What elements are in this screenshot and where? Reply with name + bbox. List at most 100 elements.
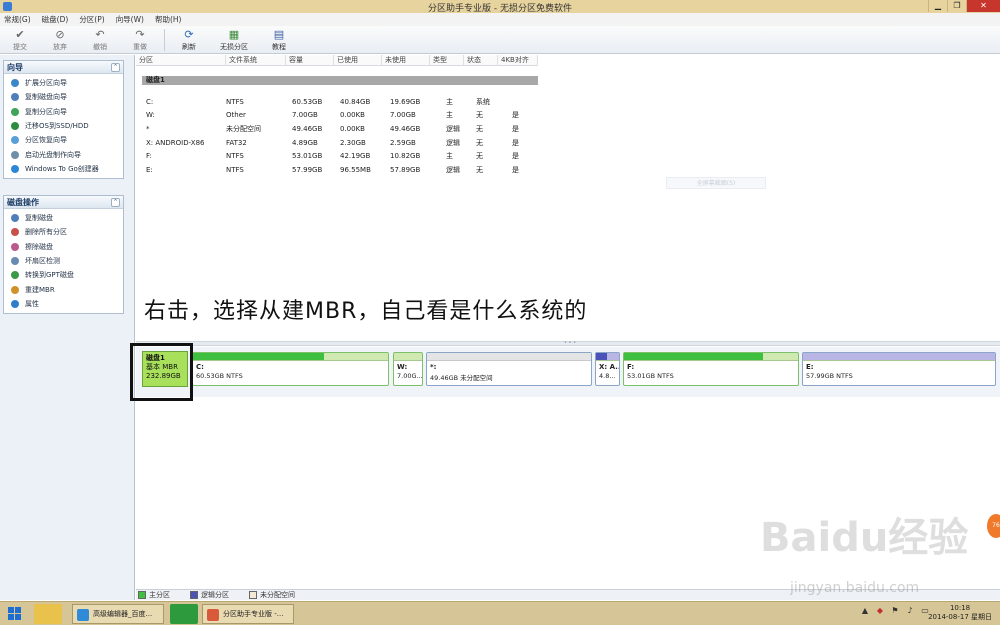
redo-icon: ↷ bbox=[135, 28, 145, 41]
col-partition[interactable]: 分区 bbox=[136, 55, 226, 66]
properties-icon bbox=[11, 299, 19, 308]
menu-general[interactable]: 常规(G) bbox=[4, 14, 31, 25]
col-used[interactable]: 已使用 bbox=[334, 55, 382, 66]
wizard-item-copy-partition[interactable]: 复制分区向导 bbox=[11, 105, 123, 119]
undo-button[interactable]: ↶ 撤销 bbox=[80, 26, 120, 54]
wizard-section-header[interactable]: 向导 ⌃ bbox=[4, 61, 123, 74]
copy-disk-icon bbox=[11, 93, 19, 102]
partition-block-f[interactable]: F: 53.01GB NTFS bbox=[623, 352, 799, 386]
diskop-item-bad-sector[interactable]: 坏扇区检测 bbox=[11, 254, 123, 268]
menu-help[interactable]: 帮助(H) bbox=[155, 14, 182, 25]
collapse-icon[interactable]: ⌃ bbox=[111, 62, 120, 72]
file-explorer-icon[interactable] bbox=[34, 604, 62, 624]
clock-date: 2014-08-17 星期日 bbox=[928, 613, 992, 621]
wizard-section: 向导 ⌃ 扩展分区向导 复制磁盘向导 复制分区向导 迁移OS到SSD/HDD 分… bbox=[3, 60, 124, 180]
wizard-section-title: 向导 bbox=[7, 62, 23, 72]
col-status[interactable]: 状态 bbox=[464, 55, 498, 66]
partition-block-unallocated[interactable]: *: 49.46GB 未分配空间 bbox=[426, 352, 592, 386]
wizard-item-extend[interactable]: 扩展分区向导 bbox=[11, 76, 123, 90]
redo-button[interactable]: ↷ 重做 bbox=[120, 26, 160, 54]
refresh-button[interactable]: ⟳ 刷新 bbox=[169, 26, 209, 54]
discard-button[interactable]: ⊘ 放弃 bbox=[40, 26, 80, 54]
security-icon[interactable]: ◆ bbox=[875, 606, 885, 616]
menu-partition[interactable]: 分区(P) bbox=[79, 14, 104, 25]
windows-icon bbox=[11, 164, 19, 173]
taskbar-task-browser[interactable]: 高级编辑器_百度... bbox=[72, 604, 164, 624]
diskop-item-convert-gpt[interactable]: 转换到GPT磁盘 bbox=[11, 268, 123, 282]
collapse-icon[interactable]: ⌃ bbox=[111, 197, 120, 207]
flag-icon[interactable]: ⚑ bbox=[890, 606, 900, 616]
table-row[interactable]: X: ANDROID-X86 FAT32 4.89GB 2.30GB 2.59G… bbox=[146, 136, 538, 150]
table-row[interactable]: E: NTFS 57.99GB 96.55MB 57.89GB 逻辑 无 是 bbox=[146, 163, 538, 177]
refresh-icon: ⟳ bbox=[184, 28, 194, 41]
scan-icon bbox=[11, 257, 19, 266]
col-type[interactable]: 类型 bbox=[430, 55, 464, 66]
annotation-text: 右击，选择从建MBR，自己看是什么系统的 bbox=[144, 299, 588, 324]
wizard-item-windows-to-go[interactable]: Windows To Go创建器 bbox=[11, 162, 123, 176]
logical-swatch bbox=[190, 591, 198, 599]
convert-icon bbox=[11, 271, 19, 280]
col-capacity[interactable]: 容量 bbox=[286, 55, 334, 66]
windows-logo-icon bbox=[8, 614, 14, 620]
windows-logo-icon bbox=[15, 614, 21, 620]
lossless-partition-button[interactable]: ▦ 无损分区 bbox=[209, 26, 259, 54]
diskop-item-copy-disk[interactable]: 复制磁盘 bbox=[11, 211, 123, 225]
partition-block-x[interactable]: X: A... 4.8... bbox=[595, 352, 620, 386]
title-bar: 分区助手专业版 - 无损分区免费软件 ▁ ❐ ✕ bbox=[0, 0, 1000, 14]
book-icon: ▤ bbox=[273, 28, 285, 41]
wizard-item-bootable-cd[interactable]: 启动光盘制作向导 bbox=[11, 147, 123, 161]
col-free[interactable]: 未使用 bbox=[382, 55, 430, 66]
table-row[interactable]: F: NTFS 53.01GB 42.19GB 10.82GB 主 无 是 bbox=[146, 149, 538, 163]
tutorial-button[interactable]: ▤ 教程 bbox=[259, 26, 299, 54]
partition-assistant-icon bbox=[207, 609, 219, 621]
minimize-button[interactable]: ▁ bbox=[928, 0, 947, 12]
diskop-item-delete-all[interactable]: 删除所有分区 bbox=[11, 225, 123, 239]
selection-highlight-box bbox=[130, 343, 193, 401]
table-row[interactable]: W: Other 7.00GB 0.00KB 7.00GB 主 无 是 bbox=[146, 109, 538, 123]
col-filesystem[interactable]: 文件系统 bbox=[226, 55, 286, 66]
col-4k-align[interactable]: 4KB对齐 bbox=[498, 55, 538, 66]
commit-button[interactable]: ✔ 提交 bbox=[0, 26, 40, 54]
diskop-item-properties[interactable]: 属性 bbox=[11, 297, 123, 311]
migrate-icon bbox=[11, 122, 19, 131]
toolbar: ✔ 提交 ⊘ 放弃 ↶ 撤销 ↷ 重做 ⟳ 刷新 ▦ 无损分区 ▤ 教程 bbox=[0, 26, 1000, 54]
wizard-item-copy-disk[interactable]: 复制磁盘向导 bbox=[11, 90, 123, 104]
partition-block-c[interactable]: C: 60.53GB NTFS bbox=[192, 352, 389, 386]
disk-ops-section-header[interactable]: 磁盘操作 ⌃ bbox=[4, 196, 123, 209]
start-button[interactable] bbox=[2, 604, 28, 624]
taskbar-task-partition-assistant[interactable]: 分区助手专业版 -... bbox=[202, 604, 294, 624]
taskbar: 高级编辑器_百度... 分区助手专业版 -... ▲ ◆ ⚑ ♪ ▭ 10:18… bbox=[0, 601, 1000, 625]
wizard-item-migrate-os[interactable]: 迁移OS到SSD/HDD bbox=[11, 119, 123, 133]
table-row[interactable]: C: NTFS 60.53GB 40.84GB 19.69GB 主 系统 bbox=[146, 95, 538, 109]
disk-ops-section-title: 磁盘操作 bbox=[7, 197, 39, 207]
menu-disk[interactable]: 磁盘(D) bbox=[42, 14, 69, 25]
network-icon[interactable]: ▲ bbox=[860, 606, 870, 616]
disk-group-header[interactable]: 磁盘1 bbox=[142, 76, 538, 85]
close-button[interactable]: ✕ bbox=[966, 0, 1000, 12]
store-icon[interactable] bbox=[170, 604, 198, 624]
floating-badge[interactable]: 76 bbox=[987, 514, 1000, 538]
table-row[interactable]: * 未分配空间 49.46GB 0.00KB 49.46GB 逻辑 无 是 bbox=[146, 122, 538, 136]
partition-block-w[interactable]: W: 7.00G... bbox=[393, 352, 423, 386]
copy-partition-icon bbox=[11, 107, 19, 116]
wizard-item-recovery[interactable]: 分区恢复向导 bbox=[11, 133, 123, 147]
pane-splitter[interactable]: • • • bbox=[136, 341, 1000, 346]
usage-fill bbox=[596, 353, 607, 360]
unallocated-swatch bbox=[249, 591, 257, 599]
wipe-icon bbox=[11, 242, 19, 251]
grip-icon: • • • bbox=[564, 340, 577, 346]
volume-icon[interactable]: ♪ bbox=[905, 606, 915, 616]
maximize-button[interactable]: ❐ bbox=[947, 0, 966, 12]
primary-swatch bbox=[138, 591, 146, 599]
copy-disk-icon bbox=[11, 214, 19, 223]
table-header: 分区 文件系统 容量 已使用 未使用 类型 状态 4KB对齐 bbox=[136, 55, 538, 66]
diskop-item-wipe[interactable]: 擦除磁盘 bbox=[11, 240, 123, 254]
system-tray: ▲ ◆ ⚑ ♪ ▭ bbox=[860, 606, 930, 616]
legend-primary: 主分区 bbox=[138, 590, 170, 600]
disk-ops-section: 磁盘操作 ⌃ 复制磁盘 删除所有分区 擦除磁盘 坏扇区检测 转换到GPT磁盘 重… bbox=[3, 195, 124, 315]
clock-time: 10:18 bbox=[949, 604, 971, 612]
diskop-item-rebuild-mbr[interactable]: 重建MBR bbox=[11, 282, 123, 296]
partition-block-e[interactable]: E: 57.99GB NTFS bbox=[802, 352, 996, 386]
menu-wizard[interactable]: 向导(W) bbox=[116, 14, 144, 25]
clock[interactable]: 10:18 2014-08-17 星期日 bbox=[928, 604, 992, 622]
